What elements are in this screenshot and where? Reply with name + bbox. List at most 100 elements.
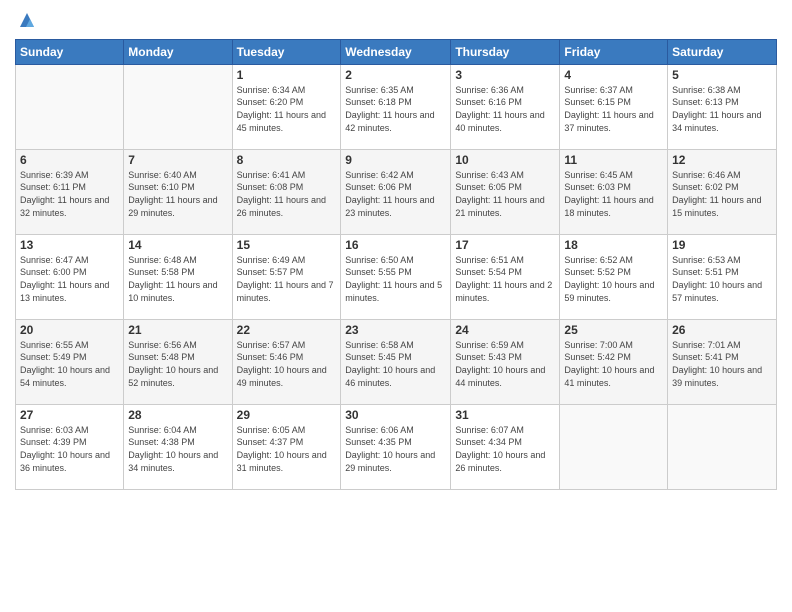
day-info: Sunrise: 6:38 AM Sunset: 6:13 PM Dayligh…: [672, 84, 772, 134]
calendar-cell: 22 Sunrise: 6:57 AM Sunset: 5:46 PM Dayli…: [232, 319, 341, 404]
weekday-header-row: SundayMondayTuesdayWednesdayThursdayFrid…: [16, 39, 777, 64]
calendar-cell: 31 Sunrise: 6:07 AM Sunset: 4:34 PM Dayli…: [451, 404, 560, 489]
calendar-cell: 24 Sunrise: 6:59 AM Sunset: 5:43 PM Dayli…: [451, 319, 560, 404]
day-info: Sunrise: 6:03 AM Sunset: 4:39 PM Dayligh…: [20, 424, 119, 474]
day-number: 25: [564, 323, 663, 337]
day-info: Sunrise: 6:34 AM Sunset: 6:20 PM Dayligh…: [237, 84, 337, 134]
day-info: Sunrise: 6:59 AM Sunset: 5:43 PM Dayligh…: [455, 339, 555, 389]
day-number: 24: [455, 323, 555, 337]
day-number: 18: [564, 238, 663, 252]
day-info: Sunrise: 6:50 AM Sunset: 5:55 PM Dayligh…: [345, 254, 446, 304]
calendar-cell: 16 Sunrise: 6:50 AM Sunset: 5:55 PM Dayli…: [341, 234, 451, 319]
calendar-cell: 18Sunrise: 6:52 AM Sunset: 5:52 PM Dayli…: [560, 234, 668, 319]
calendar-cell: 14Sunrise: 6:48 AM Sunset: 5:58 PM Dayli…: [124, 234, 232, 319]
day-number: 12: [672, 153, 772, 167]
day-number: 26: [672, 323, 772, 337]
day-number: 30: [345, 408, 446, 422]
day-info: Sunrise: 6:51 AM Sunset: 5:54 PM Dayligh…: [455, 254, 555, 304]
calendar-cell: 23 Sunrise: 6:58 AM Sunset: 5:45 PM Dayli…: [341, 319, 451, 404]
day-info: Sunrise: 6:53 AM Sunset: 5:51 PM Dayligh…: [672, 254, 772, 304]
weekday-header-tuesday: Tuesday: [232, 39, 341, 64]
calendar-table: SundayMondayTuesdayWednesdayThursdayFrid…: [15, 39, 777, 490]
weekday-header-saturday: Saturday: [668, 39, 777, 64]
day-info: Sunrise: 6:40 AM Sunset: 6:10 PM Dayligh…: [128, 169, 227, 219]
day-info: Sunrise: 6:04 AM Sunset: 4:38 PM Dayligh…: [128, 424, 227, 474]
day-number: 29: [237, 408, 337, 422]
day-number: 8: [237, 153, 337, 167]
week-row-1: 1 Sunrise: 6:34 AM Sunset: 6:20 PM Daylig…: [16, 64, 777, 149]
day-number: 1: [237, 68, 337, 82]
weekday-header-thursday: Thursday: [451, 39, 560, 64]
day-number: 4: [564, 68, 663, 82]
week-row-4: 20Sunrise: 6:55 AM Sunset: 5:49 PM Dayli…: [16, 319, 777, 404]
day-number: 28: [128, 408, 227, 422]
day-info: Sunrise: 6:46 AM Sunset: 6:02 PM Dayligh…: [672, 169, 772, 219]
calendar-cell: [124, 64, 232, 149]
calendar-cell: 11Sunrise: 6:45 AM Sunset: 6:03 PM Dayli…: [560, 149, 668, 234]
day-info: Sunrise: 6:49 AM Sunset: 5:57 PM Dayligh…: [237, 254, 337, 304]
day-number: 21: [128, 323, 227, 337]
day-number: 27: [20, 408, 119, 422]
day-number: 23: [345, 323, 446, 337]
day-number: 6: [20, 153, 119, 167]
week-row-2: 6 Sunrise: 6:39 AM Sunset: 6:11 PM Daylig…: [16, 149, 777, 234]
calendar-cell: 29 Sunrise: 6:05 AM Sunset: 4:37 PM Dayli…: [232, 404, 341, 489]
day-info: Sunrise: 6:56 AM Sunset: 5:48 PM Dayligh…: [128, 339, 227, 389]
calendar-cell: [560, 404, 668, 489]
day-number: 2: [345, 68, 446, 82]
day-info: Sunrise: 6:55 AM Sunset: 5:49 PM Dayligh…: [20, 339, 119, 389]
day-number: 13: [20, 238, 119, 252]
day-number: 14: [128, 238, 227, 252]
logo: [15, 10, 38, 31]
logo-text: [15, 10, 38, 31]
day-number: 16: [345, 238, 446, 252]
calendar-cell: 3 Sunrise: 6:36 AM Sunset: 6:16 PM Daylig…: [451, 64, 560, 149]
calendar-cell: 2Sunrise: 6:35 AM Sunset: 6:18 PM Daylig…: [341, 64, 451, 149]
day-number: 15: [237, 238, 337, 252]
day-number: 10: [455, 153, 555, 167]
calendar-cell: 10Sunrise: 6:43 AM Sunset: 6:05 PM Dayli…: [451, 149, 560, 234]
day-info: Sunrise: 6:05 AM Sunset: 4:37 PM Dayligh…: [237, 424, 337, 474]
calendar-cell: 4Sunrise: 6:37 AM Sunset: 6:15 PM Daylig…: [560, 64, 668, 149]
calendar-cell: 17 Sunrise: 6:51 AM Sunset: 5:54 PM Dayli…: [451, 234, 560, 319]
day-number: 7: [128, 153, 227, 167]
calendar-cell: 19 Sunrise: 6:53 AM Sunset: 5:51 PM Dayli…: [668, 234, 777, 319]
calendar-cell: 21 Sunrise: 6:56 AM Sunset: 5:48 PM Dayli…: [124, 319, 232, 404]
calendar-header: SundayMondayTuesdayWednesdayThursdayFrid…: [16, 39, 777, 64]
day-info: Sunrise: 6:39 AM Sunset: 6:11 PM Dayligh…: [20, 169, 119, 219]
calendar-cell: 9 Sunrise: 6:42 AM Sunset: 6:06 PM Daylig…: [341, 149, 451, 234]
day-info: Sunrise: 6:36 AM Sunset: 6:16 PM Dayligh…: [455, 84, 555, 134]
calendar-cell: 1 Sunrise: 6:34 AM Sunset: 6:20 PM Daylig…: [232, 64, 341, 149]
calendar-cell: 5 Sunrise: 6:38 AM Sunset: 6:13 PM Daylig…: [668, 64, 777, 149]
day-number: 22: [237, 323, 337, 337]
calendar-cell: 20Sunrise: 6:55 AM Sunset: 5:49 PM Dayli…: [16, 319, 124, 404]
calendar-cell: 30 Sunrise: 6:06 AM Sunset: 4:35 PM Dayli…: [341, 404, 451, 489]
calendar-body: 1 Sunrise: 6:34 AM Sunset: 6:20 PM Daylig…: [16, 64, 777, 489]
day-info: Sunrise: 6:57 AM Sunset: 5:46 PM Dayligh…: [237, 339, 337, 389]
day-number: 11: [564, 153, 663, 167]
calendar-cell: 8Sunrise: 6:41 AM Sunset: 6:08 PM Daylig…: [232, 149, 341, 234]
day-number: 19: [672, 238, 772, 252]
calendar-cell: 6 Sunrise: 6:39 AM Sunset: 6:11 PM Daylig…: [16, 149, 124, 234]
day-number: 31: [455, 408, 555, 422]
calendar-cell: 12 Sunrise: 6:46 AM Sunset: 6:02 PM Dayli…: [668, 149, 777, 234]
weekday-header-friday: Friday: [560, 39, 668, 64]
day-info: Sunrise: 6:58 AM Sunset: 5:45 PM Dayligh…: [345, 339, 446, 389]
day-info: Sunrise: 6:07 AM Sunset: 4:34 PM Dayligh…: [455, 424, 555, 474]
weekday-header-monday: Monday: [124, 39, 232, 64]
header: [15, 10, 777, 31]
calendar-page: SundayMondayTuesdayWednesdayThursdayFrid…: [0, 0, 792, 612]
day-info: Sunrise: 6:42 AM Sunset: 6:06 PM Dayligh…: [345, 169, 446, 219]
day-number: 9: [345, 153, 446, 167]
day-info: Sunrise: 7:00 AM Sunset: 5:42 PM Dayligh…: [564, 339, 663, 389]
day-info: Sunrise: 6:06 AM Sunset: 4:35 PM Dayligh…: [345, 424, 446, 474]
calendar-cell: 15 Sunrise: 6:49 AM Sunset: 5:57 PM Dayli…: [232, 234, 341, 319]
day-number: 17: [455, 238, 555, 252]
weekday-header-sunday: Sunday: [16, 39, 124, 64]
day-info: Sunrise: 6:47 AM Sunset: 6:00 PM Dayligh…: [20, 254, 119, 304]
day-number: 5: [672, 68, 772, 82]
day-number: 3: [455, 68, 555, 82]
week-row-5: 27 Sunrise: 6:03 AM Sunset: 4:39 PM Dayli…: [16, 404, 777, 489]
weekday-header-wednesday: Wednesday: [341, 39, 451, 64]
calendar-cell: 26Sunrise: 7:01 AM Sunset: 5:41 PM Dayli…: [668, 319, 777, 404]
